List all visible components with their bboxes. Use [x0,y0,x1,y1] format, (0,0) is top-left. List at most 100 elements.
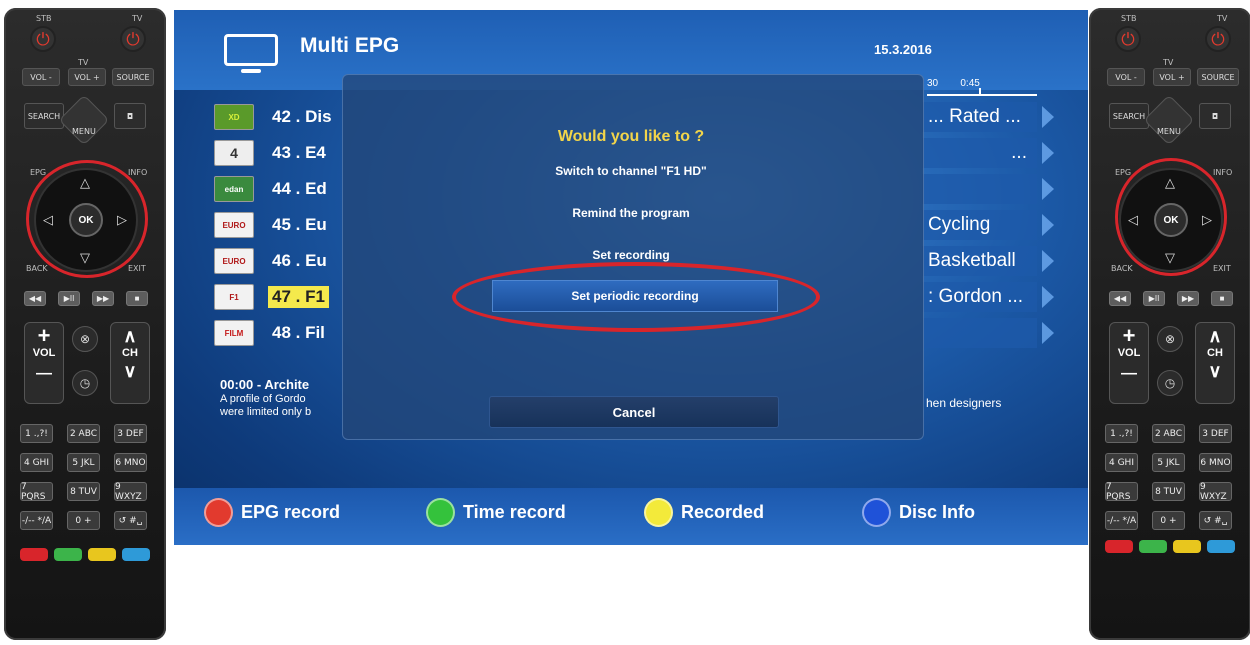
tv-icon [224,34,278,73]
tv-label: TV [132,14,143,23]
vol-minus-button[interactable]: VOL - [22,68,60,86]
red-key[interactable] [20,548,48,561]
vol-label: VOL [1117,347,1141,359]
yellow-key[interactable] [88,548,116,561]
key-3[interactable]: 3 DEF [114,424,147,443]
program-cell[interactable]: : Gordon ... [922,282,1037,312]
key-4[interactable]: 4 GHI [1105,453,1138,472]
tv-power-icon[interactable]: ⏻ [120,26,146,52]
program-info: 00:00 - Archite A profile of Gordo were … [220,378,350,419]
blue-dot-icon [862,498,891,527]
play-pause-button[interactable]: ▶II [58,291,80,306]
blue-key[interactable] [122,548,150,561]
stb-power-icon[interactable]: ⏻ [30,26,56,52]
camera-icon[interactable]: ◘ [1199,103,1231,129]
key-7[interactable]: 7 PQRS [20,482,53,502]
chevron-right-icon [1042,322,1054,344]
ch-up-icon: ∧ [1208,326,1222,346]
key-9[interactable]: 9 WXYZ [1199,482,1232,502]
key-dash[interactable]: -/-- */A [20,511,53,530]
source-button[interactable]: SOURCE [1197,68,1239,86]
fast-forward-button[interactable]: ▶▶ [92,291,114,306]
program-time-title: 00:00 - Archite [220,378,310,392]
timer-icon[interactable]: ◷ [72,370,98,396]
menu-button[interactable] [58,94,110,146]
vol-minus-button[interactable]: VOL - [1107,68,1145,86]
footer-disc-info[interactable]: Disc Info [862,498,975,527]
mute-icon[interactable]: ⊗ [72,326,98,352]
chevron-right-icon [1042,286,1054,308]
blue-key[interactable] [1207,540,1235,553]
tv-power-icon[interactable]: ⏻ [1205,26,1231,52]
key-7[interactable]: 7 PQRS [1105,482,1138,502]
key-1[interactable]: 1 .,?! [1105,424,1138,443]
rewind-button[interactable]: ◀◀ [24,291,46,306]
key-0[interactable]: 0 + [1152,511,1185,530]
ch-label: CH [1207,347,1223,359]
key-1[interactable]: 1 .,?! [20,424,53,443]
key-recall[interactable]: ↺ #␣ [114,511,147,530]
page-title: Multi EPG [300,34,400,57]
key-dash[interactable]: -/-- */A [1105,511,1138,530]
key-2[interactable]: 2 ABC [67,424,100,443]
camera-icon[interactable]: ◘ [114,103,146,129]
volume-rocker[interactable]: + VOL — [1109,322,1149,404]
yellow-key[interactable] [1173,540,1201,553]
channel-name: 47 . F1 [268,286,329,308]
program-cell[interactable] [922,174,1037,204]
red-key[interactable] [1105,540,1133,553]
green-key[interactable] [1139,540,1167,553]
channel-name: 42 . Dis [272,107,332,126]
back-label: BACK [26,264,48,273]
footer-label: Time record [463,502,566,522]
vol-plus-button[interactable]: VOL + [1153,68,1191,86]
channel-name: 48 . Fil [272,323,325,342]
program-cell[interactable] [922,318,1037,348]
stop-button[interactable]: ■ [126,291,148,306]
channel-rocker[interactable]: ∧ CH ∨ [110,322,150,404]
option-set-recording[interactable]: Set recording [174,248,1088,262]
stb-power-icon[interactable]: ⏻ [1115,26,1141,52]
mute-icon[interactable]: ⊗ [1157,326,1183,352]
rewind-button[interactable]: ◀◀ [1109,291,1131,306]
key-5[interactable]: 5 JKL [67,453,100,472]
fast-forward-button[interactable]: ▶▶ [1177,291,1199,306]
channel-rocker[interactable]: ∧ CH ∨ [1195,322,1235,404]
source-button[interactable]: SOURCE [112,68,154,86]
key-8[interactable]: 8 TUV [67,482,100,501]
play-pause-button[interactable]: ▶II [1143,291,1165,306]
key-6[interactable]: 6 MNO [114,453,147,472]
footer-recorded[interactable]: Recorded [644,498,764,527]
time-scale-tick [979,88,981,96]
search-button[interactable]: SEARCH [24,103,64,129]
vol-up-icon: + [1122,323,1136,348]
key-9[interactable]: 9 WXYZ [114,482,147,502]
key-3[interactable]: 3 DEF [1199,424,1232,443]
key-4[interactable]: 4 GHI [20,453,53,472]
volume-rocker[interactable]: + VOL — [24,322,64,404]
key-6[interactable]: 6 MNO [1199,453,1232,472]
key-8[interactable]: 8 TUV [1152,482,1185,501]
cancel-button[interactable]: Cancel [489,396,779,428]
green-dot-icon [426,498,455,527]
search-button[interactable]: SEARCH [1109,103,1149,129]
green-key[interactable] [54,548,82,561]
info-label: INFO [128,168,148,177]
key-0[interactable]: 0 + [67,511,100,530]
footer-epg-record[interactable]: EPG record [204,498,340,527]
timer-icon[interactable]: ◷ [1157,370,1183,396]
option-remind[interactable]: Remind the program [174,206,1088,220]
stb-label: STB [1121,14,1137,23]
highlight-circle [26,160,148,278]
option-switch-channel[interactable]: Switch to channel "F1 HD" [174,164,1088,178]
stop-button[interactable]: ■ [1211,291,1233,306]
remote-control-right: STB TV ⏻ ⏻ TV VOL - VOL + SOURCE SEARCH … [1089,8,1250,640]
highlight-oval [452,262,820,332]
key-5[interactable]: 5 JKL [1152,453,1185,472]
footer-time-record[interactable]: Time record [426,498,566,527]
key-recall[interactable]: ↺ #␣ [1199,511,1232,530]
vol-plus-button[interactable]: VOL + [68,68,106,86]
menu-button[interactable] [1143,94,1195,146]
channel-logo: FILM [214,320,254,346]
key-2[interactable]: 2 ABC [1152,424,1185,443]
